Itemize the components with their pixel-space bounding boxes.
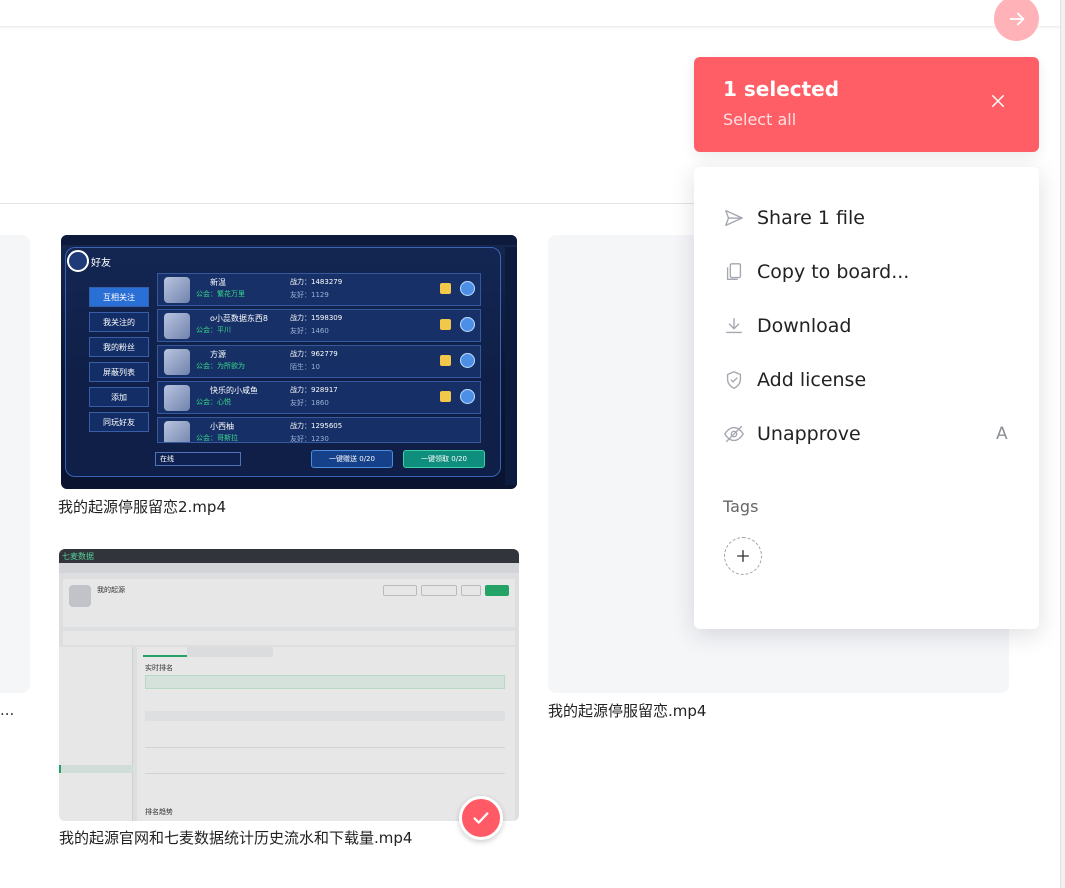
game-menu-item: 屏蔽列表 (89, 362, 149, 382)
game-menu-item: 我的粉丝 (89, 337, 149, 357)
selected-check-badge[interactable] (459, 796, 503, 840)
menu-item-label: Download (757, 315, 852, 337)
go-arrow-button[interactable] (994, 0, 1039, 41)
menu-item-label: Copy to board... (757, 261, 910, 283)
game-menu-item: 添加 (89, 387, 149, 407)
send-icon (722, 206, 746, 230)
selection-actions-menu: Share 1 file Copy to board... Download A… (694, 167, 1039, 629)
top-bar (0, 0, 1062, 27)
game-send-button: 一键赠送 0/20 (311, 450, 393, 468)
tags-label: Tags (723, 497, 759, 516)
avatar (164, 385, 190, 411)
avatar (164, 349, 190, 375)
header-divider (0, 203, 700, 204)
game-friend-row: 小西柚 公会：哥斯拉 战力：1295605 友好：1230 (157, 417, 481, 443)
file-thumbnail[interactable]: 好友 互相关注 我关注的 我的粉丝 屏蔽列表 添加 同玩好友 新温 公会：繁花万… (61, 235, 517, 489)
game-status-select: 在线 (155, 452, 241, 466)
select-all-link[interactable]: Select all (723, 110, 796, 129)
gift-icon (440, 319, 451, 330)
game-friend-row: o小蕊数据东西8 公会：平川 战力：1598309 友好：1460 (157, 309, 481, 342)
gift-icon (440, 355, 451, 366)
plus-icon (737, 550, 749, 562)
game-menu-item: 同玩好友 (89, 412, 149, 432)
download-icon (722, 314, 746, 338)
add-tag-button[interactable] (724, 537, 762, 575)
file-card-selected[interactable]: 七麦数据 我的起源 实时排名 排名趋势 我的起源官网和七麦数据统计历史流水和下载… (59, 549, 519, 849)
file-thumbnail[interactable]: 七麦数据 我的起源 实时排名 排名趋势 (59, 549, 519, 821)
back-icon (67, 250, 89, 272)
selected-count: 1 selected (723, 77, 840, 101)
game-receive-button: 一键领取 0/20 (403, 450, 485, 468)
file-name-left[interactable]: ... (0, 701, 14, 719)
copy-icon (722, 260, 746, 284)
file-name[interactable]: 我的起源官网和七麦数据统计历史流水和下载量.mp4 (59, 827, 412, 848)
copy-to-board-menu-item[interactable]: Copy to board... (694, 252, 1039, 292)
file-card[interactable]: 好友 互相关注 我关注的 我的粉丝 屏蔽列表 添加 同玩好友 新温 公会：繁花万… (58, 235, 517, 516)
gift-icon (440, 283, 451, 294)
unapprove-menu-item[interactable]: Unapprove A (694, 414, 1039, 454)
share-file-menu-item[interactable]: Share 1 file (694, 198, 1039, 238)
gift-icon (440, 391, 451, 402)
game-menu-item: 我关注的 (89, 312, 149, 332)
download-menu-item[interactable]: Download (694, 306, 1039, 346)
shortcut-hint: A (996, 424, 1008, 444)
magnifier-icon (460, 353, 475, 368)
game-friend-row: 新温 公会：繁花万里 战力：1483279 友好：1129 (157, 273, 481, 306)
page: ... 好友 互相关注 我关注的 我的粉丝 屏蔽列表 添加 同玩好友 新温 公会… (0, 0, 1065, 888)
eye-off-icon (722, 422, 746, 446)
add-license-menu-item[interactable]: Add license (694, 360, 1039, 400)
magnifier-icon (460, 389, 475, 404)
shield-check-icon (722, 368, 746, 392)
checkmark-icon (473, 812, 489, 824)
magnifier-icon (460, 317, 475, 332)
close-icon (992, 95, 1004, 107)
magnifier-icon (460, 281, 475, 296)
arrow-right-icon (1009, 12, 1024, 25)
avatar (164, 421, 190, 442)
menu-item-label: Share 1 file (757, 207, 865, 229)
game-title: 好友 (91, 258, 111, 269)
close-selection-button[interactable] (986, 89, 1010, 113)
menu-item-label: Unapprove (757, 423, 861, 445)
file-name[interactable]: 我的起源停服留恋.mp4 (548, 700, 706, 721)
avatar (164, 313, 190, 339)
menu-item-label: Add license (757, 369, 867, 391)
file-name[interactable]: 我的起源停服留恋2.mp4 (58, 496, 226, 517)
selection-banner: 1 selected Select all (694, 57, 1039, 152)
file-thumbnail-left[interactable] (0, 235, 30, 693)
game-menu-item: 互相关注 (89, 287, 149, 307)
avatar (164, 277, 190, 303)
game-friend-row: 方源 公会：为所欲为 战力：962779 陌生：10 (157, 345, 481, 378)
game-friend-row: 快乐的小咸鱼 公会：心悦 战力：928917 友好：1860 (157, 381, 481, 414)
scrollbar[interactable] (1060, 0, 1065, 888)
